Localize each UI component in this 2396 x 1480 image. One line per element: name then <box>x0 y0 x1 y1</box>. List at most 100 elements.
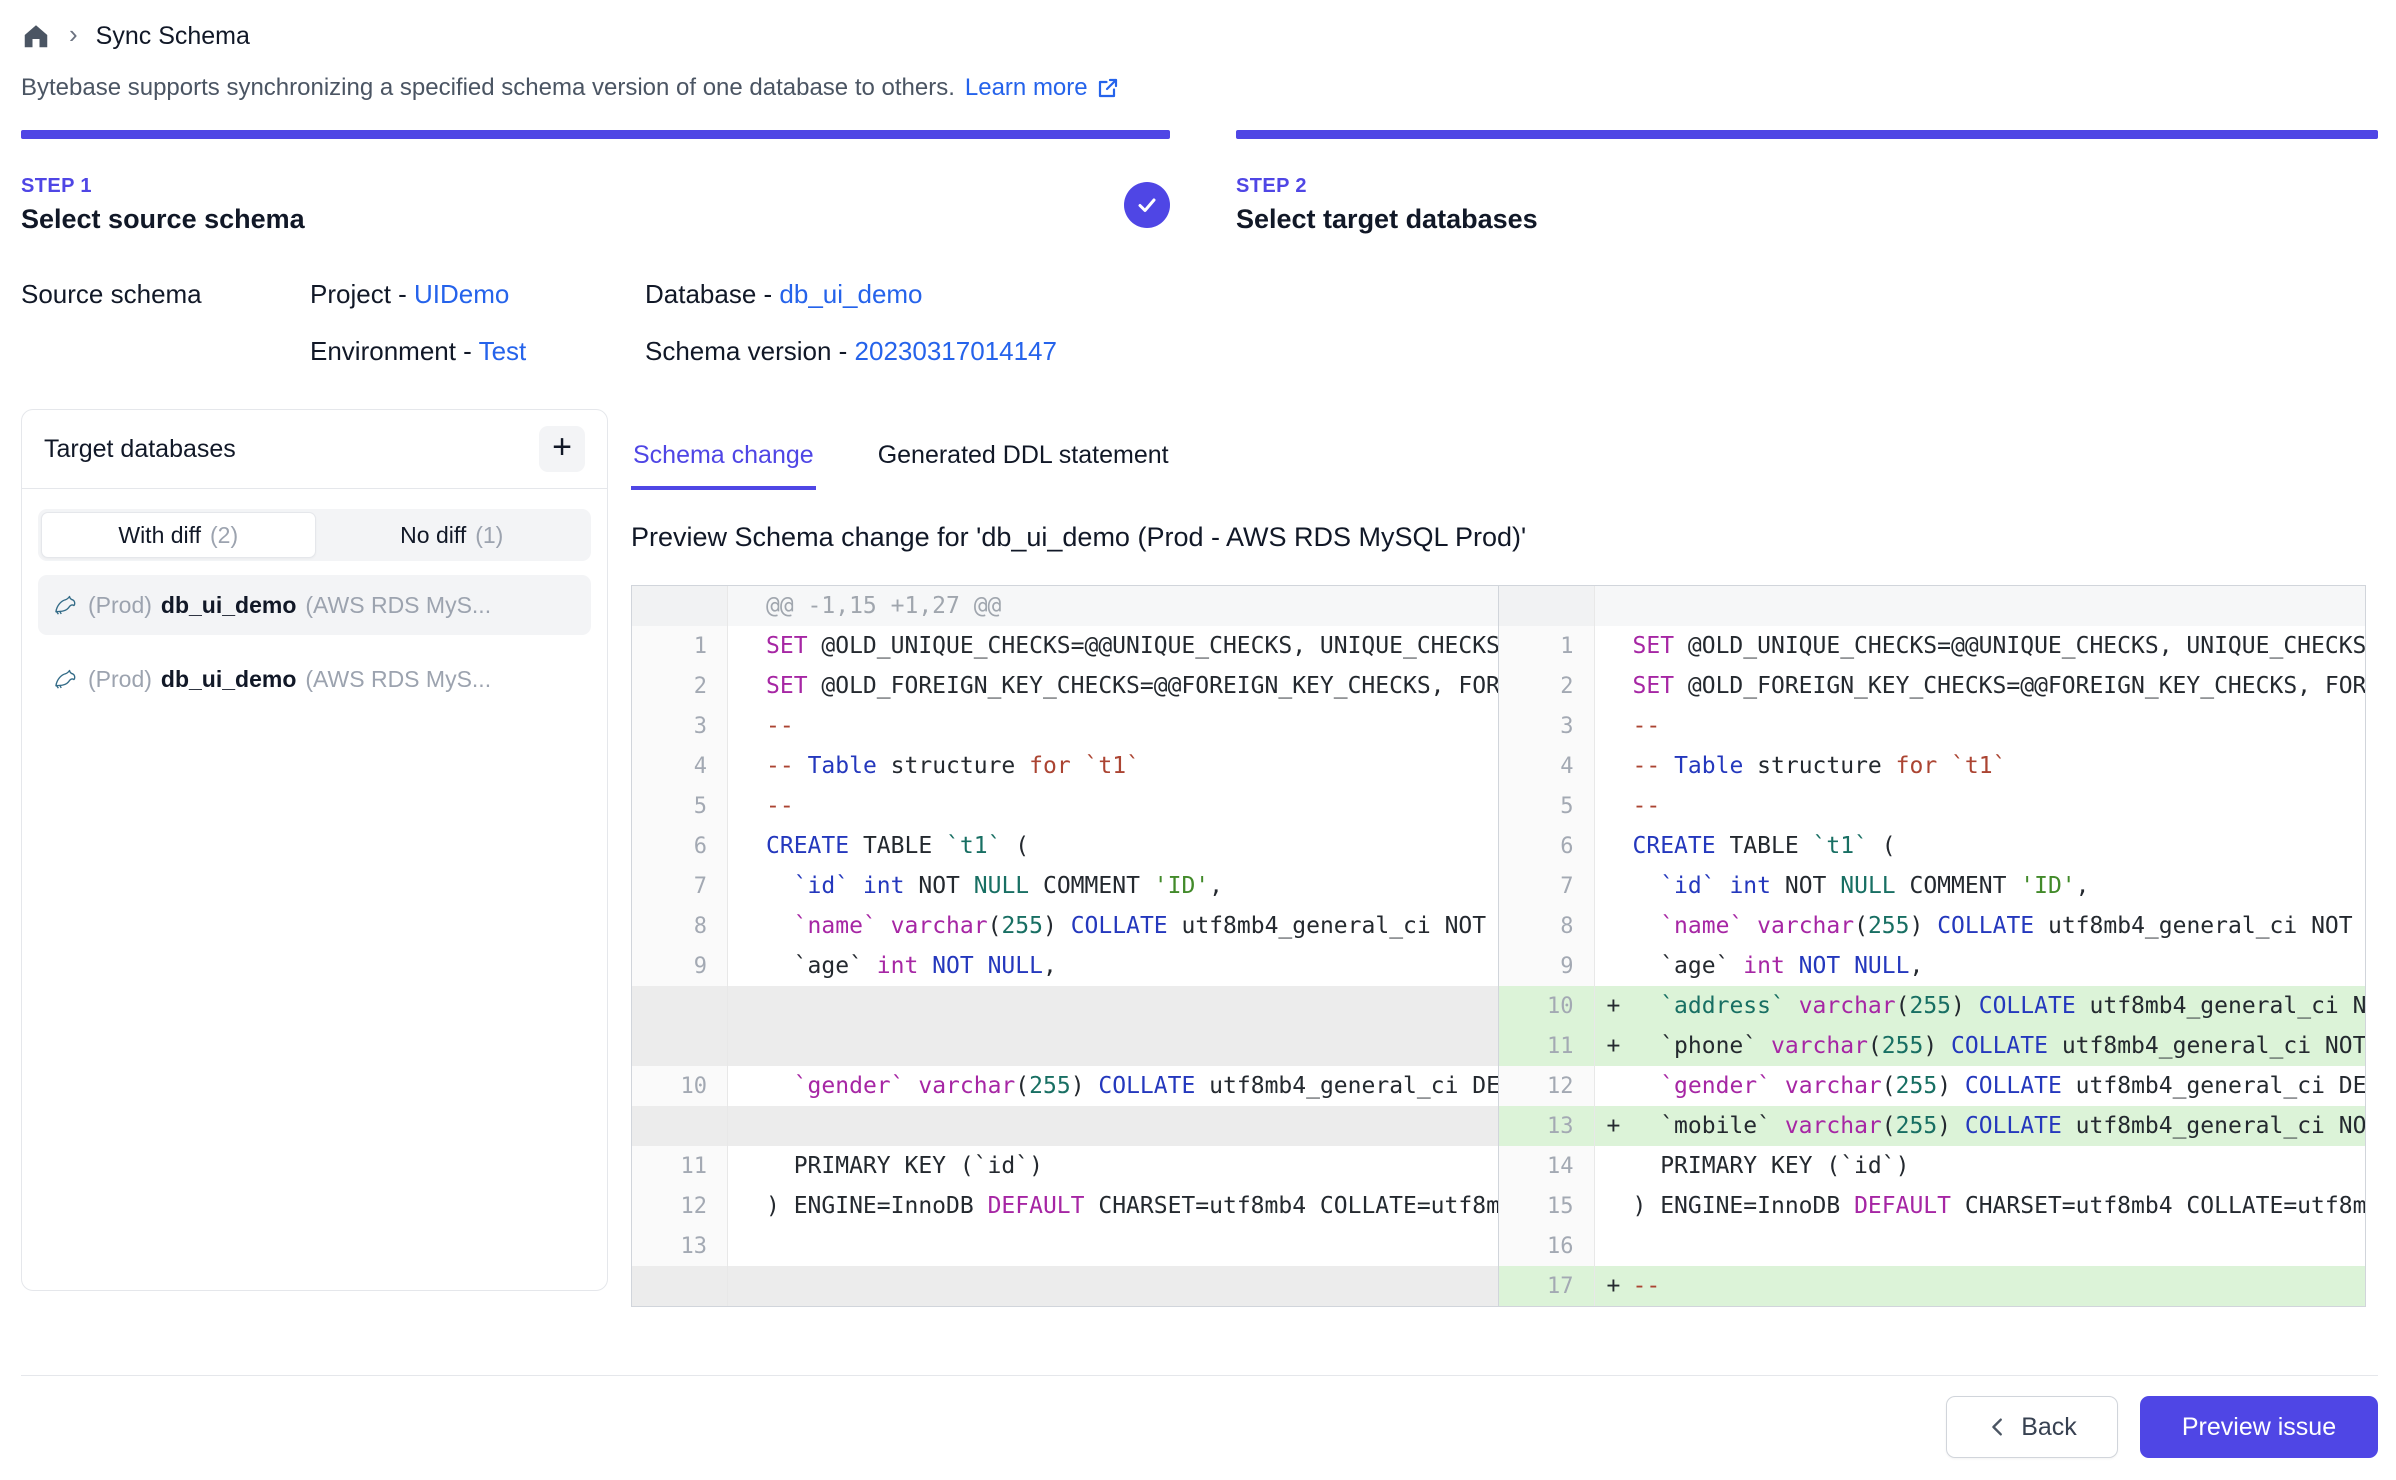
diff-sign: + <box>1595 1026 1633 1066</box>
tab-no-diff[interactable]: No diff (1) <box>316 512 589 558</box>
page-title: Sync Schema <box>96 22 250 51</box>
diff-line: 6CREATE TABLE `t1` ( <box>1499 826 2366 866</box>
diff-sign <box>1595 626 1633 666</box>
line-number <box>1499 586 1595 626</box>
code-line: SET @OLD_FOREIGN_KEY_CHECKS=@@FOREIGN_KE… <box>766 666 1498 706</box>
code-line: `age` int NOT NULL, <box>766 946 1498 986</box>
diff-line: 1SET @OLD_UNIQUE_CHECKS=@@UNIQUE_CHECKS,… <box>632 626 1498 666</box>
line-number: 13 <box>1499 1106 1595 1146</box>
diff-sign <box>728 626 766 666</box>
line-number <box>632 986 728 1026</box>
learn-more-label: Learn more <box>965 74 1088 102</box>
diff-line-added: 10+ `address` varchar(255) COLLATE utf8m… <box>1499 986 2366 1026</box>
code-line: `name` varchar(255) COLLATE utf8mb4_gene… <box>1633 906 2366 946</box>
source-schema-summary: Source schema Project - UIDemo Database … <box>21 279 2378 367</box>
code-line: ) ENGINE=InnoDB DEFAULT CHARSET=utf8mb4 … <box>766 1186 1498 1226</box>
line-number: 2 <box>632 666 728 706</box>
code-line: `phone` varchar(255) COLLATE utf8mb4_gen… <box>1633 1026 2366 1066</box>
diff-sign <box>728 1066 766 1106</box>
diff-line: 12 `gender` varchar(255) COLLATE utf8mb4… <box>1499 1066 2366 1106</box>
tab-schema-change[interactable]: Schema change <box>631 437 816 490</box>
external-link-icon <box>1096 76 1120 100</box>
line-number: 10 <box>632 1066 728 1106</box>
home-icon[interactable] <box>21 21 51 51</box>
code-line: `id` int NOT NULL COMMENT 'ID', <box>1633 866 2366 906</box>
code-line: CREATE TABLE `t1` ( <box>1633 826 2366 866</box>
tab-no-diff-label: No diff <box>400 522 466 549</box>
line-number: 12 <box>1499 1066 1595 1106</box>
diff-sign <box>728 946 766 986</box>
schema-version-prefix: Schema version - <box>645 336 855 366</box>
code-line <box>766 986 1498 1026</box>
tab-with-diff-count: (2) <box>210 522 238 549</box>
code-line: -- <box>1633 706 2366 746</box>
diff-sign <box>728 1266 766 1306</box>
diff-filler-line <box>632 1026 1498 1066</box>
database-link[interactable]: db_ui_demo <box>779 279 922 309</box>
diff-sign <box>1595 1066 1633 1106</box>
diff-sign <box>1595 786 1633 826</box>
diff-sign <box>728 1146 766 1186</box>
diff-sign <box>728 826 766 866</box>
target-databases-title: Target databases <box>44 435 236 464</box>
line-number: 10 <box>1499 986 1595 1026</box>
diff-line: 2SET @OLD_FOREIGN_KEY_CHECKS=@@FOREIGN_K… <box>1499 666 2366 706</box>
schema-version-link[interactable]: 20230317014147 <box>855 336 1057 366</box>
learn-more-link[interactable]: Learn more <box>965 74 1120 102</box>
diff-sign <box>728 666 766 706</box>
code-line: -- Table structure for `t1` <box>1633 746 2366 786</box>
line-number: 1 <box>1499 626 1595 666</box>
step-2-label: STEP 2 <box>1236 175 2378 198</box>
code-line: `name` varchar(255) COLLATE utf8mb4_gene… <box>766 906 1498 946</box>
line-number: 7 <box>632 866 728 906</box>
line-number <box>632 1266 728 1306</box>
line-number: 14 <box>1499 1146 1595 1186</box>
code-line: -- Table structure for `t1` <box>766 746 1498 786</box>
diff-sign <box>728 1026 766 1066</box>
check-icon <box>1135 193 1159 217</box>
diff-line: 11 PRIMARY KEY (`id`) <box>632 1146 1498 1186</box>
db-environment: (Prod) <box>88 592 152 619</box>
step-1-label: STEP 1 <box>21 175 1170 198</box>
diff-line: 2 SET @OLD_FOREIGN_KEY_CHECKS=@@FOREIGN_K… <box>632 666 1498 706</box>
source-database: Database - db_ui_demo <box>645 279 2378 310</box>
back-button[interactable]: Back <box>1946 1396 2118 1458</box>
line-number: 1 <box>632 626 728 666</box>
diff-line: 4 -- Table structure for `t1` <box>632 746 1498 786</box>
db-environment: (Prod) <box>88 666 152 693</box>
plus-icon: + <box>552 428 572 467</box>
diff-sign <box>728 586 766 626</box>
diff-sign: + <box>1595 1266 1633 1306</box>
environment-link[interactable]: Test <box>479 336 527 366</box>
line-number: 16 <box>1499 1226 1595 1266</box>
add-target-database-button[interactable]: + <box>539 426 585 472</box>
environment-prefix: Environment - <box>310 336 479 366</box>
target-database-item-2[interactable]: (Prod) db_ui_demo (AWS RDS MyS... <box>38 649 591 709</box>
diff-filler-line <box>632 1266 1498 1306</box>
target-database-item-1[interactable]: (Prod) db_ui_demo (AWS RDS MyS... <box>38 575 591 635</box>
chevron-left-icon <box>1987 1416 2009 1438</box>
diff-line: 4-- Table structure for `t1` <box>1499 746 2366 786</box>
stepper: STEP 1 Select source schema STEP 2 Selec… <box>21 130 2378 235</box>
diff-line: 5-- <box>1499 786 2366 826</box>
preview-issue-button[interactable]: Preview issue <box>2140 1396 2378 1458</box>
tab-generated-ddl[interactable]: Generated DDL statement <box>876 437 1171 490</box>
diff-line: 3-- <box>632 706 1498 746</box>
step-complete-badge <box>1124 182 1170 228</box>
project-link[interactable]: UIDemo <box>414 279 509 309</box>
step-2-progress-bar <box>1236 130 2378 139</box>
tab-with-diff[interactable]: With diff (2) <box>41 512 316 558</box>
diff-line: 10 `gender` varchar(255) COLLATE utf8mb4… <box>632 1066 1498 1106</box>
line-number: 4 <box>632 746 728 786</box>
diff-sign <box>1595 666 1633 706</box>
step-1-progress-bar <box>21 130 1170 139</box>
line-number: 9 <box>632 946 728 986</box>
line-number: 17 <box>1499 1266 1595 1306</box>
diff-line: 15) ENGINE=InnoDB DEFAULT CHARSET=utf8mb… <box>1499 1186 2366 1226</box>
tab-with-diff-label: With diff <box>118 522 201 549</box>
footer-divider <box>21 1375 2378 1376</box>
code-line: PRIMARY KEY (`id`) <box>766 1146 1498 1186</box>
page-description: Bytebase supports synchronizing a specif… <box>21 74 2378 102</box>
code-line: -- <box>1633 1266 2366 1306</box>
code-line <box>766 1106 1498 1146</box>
